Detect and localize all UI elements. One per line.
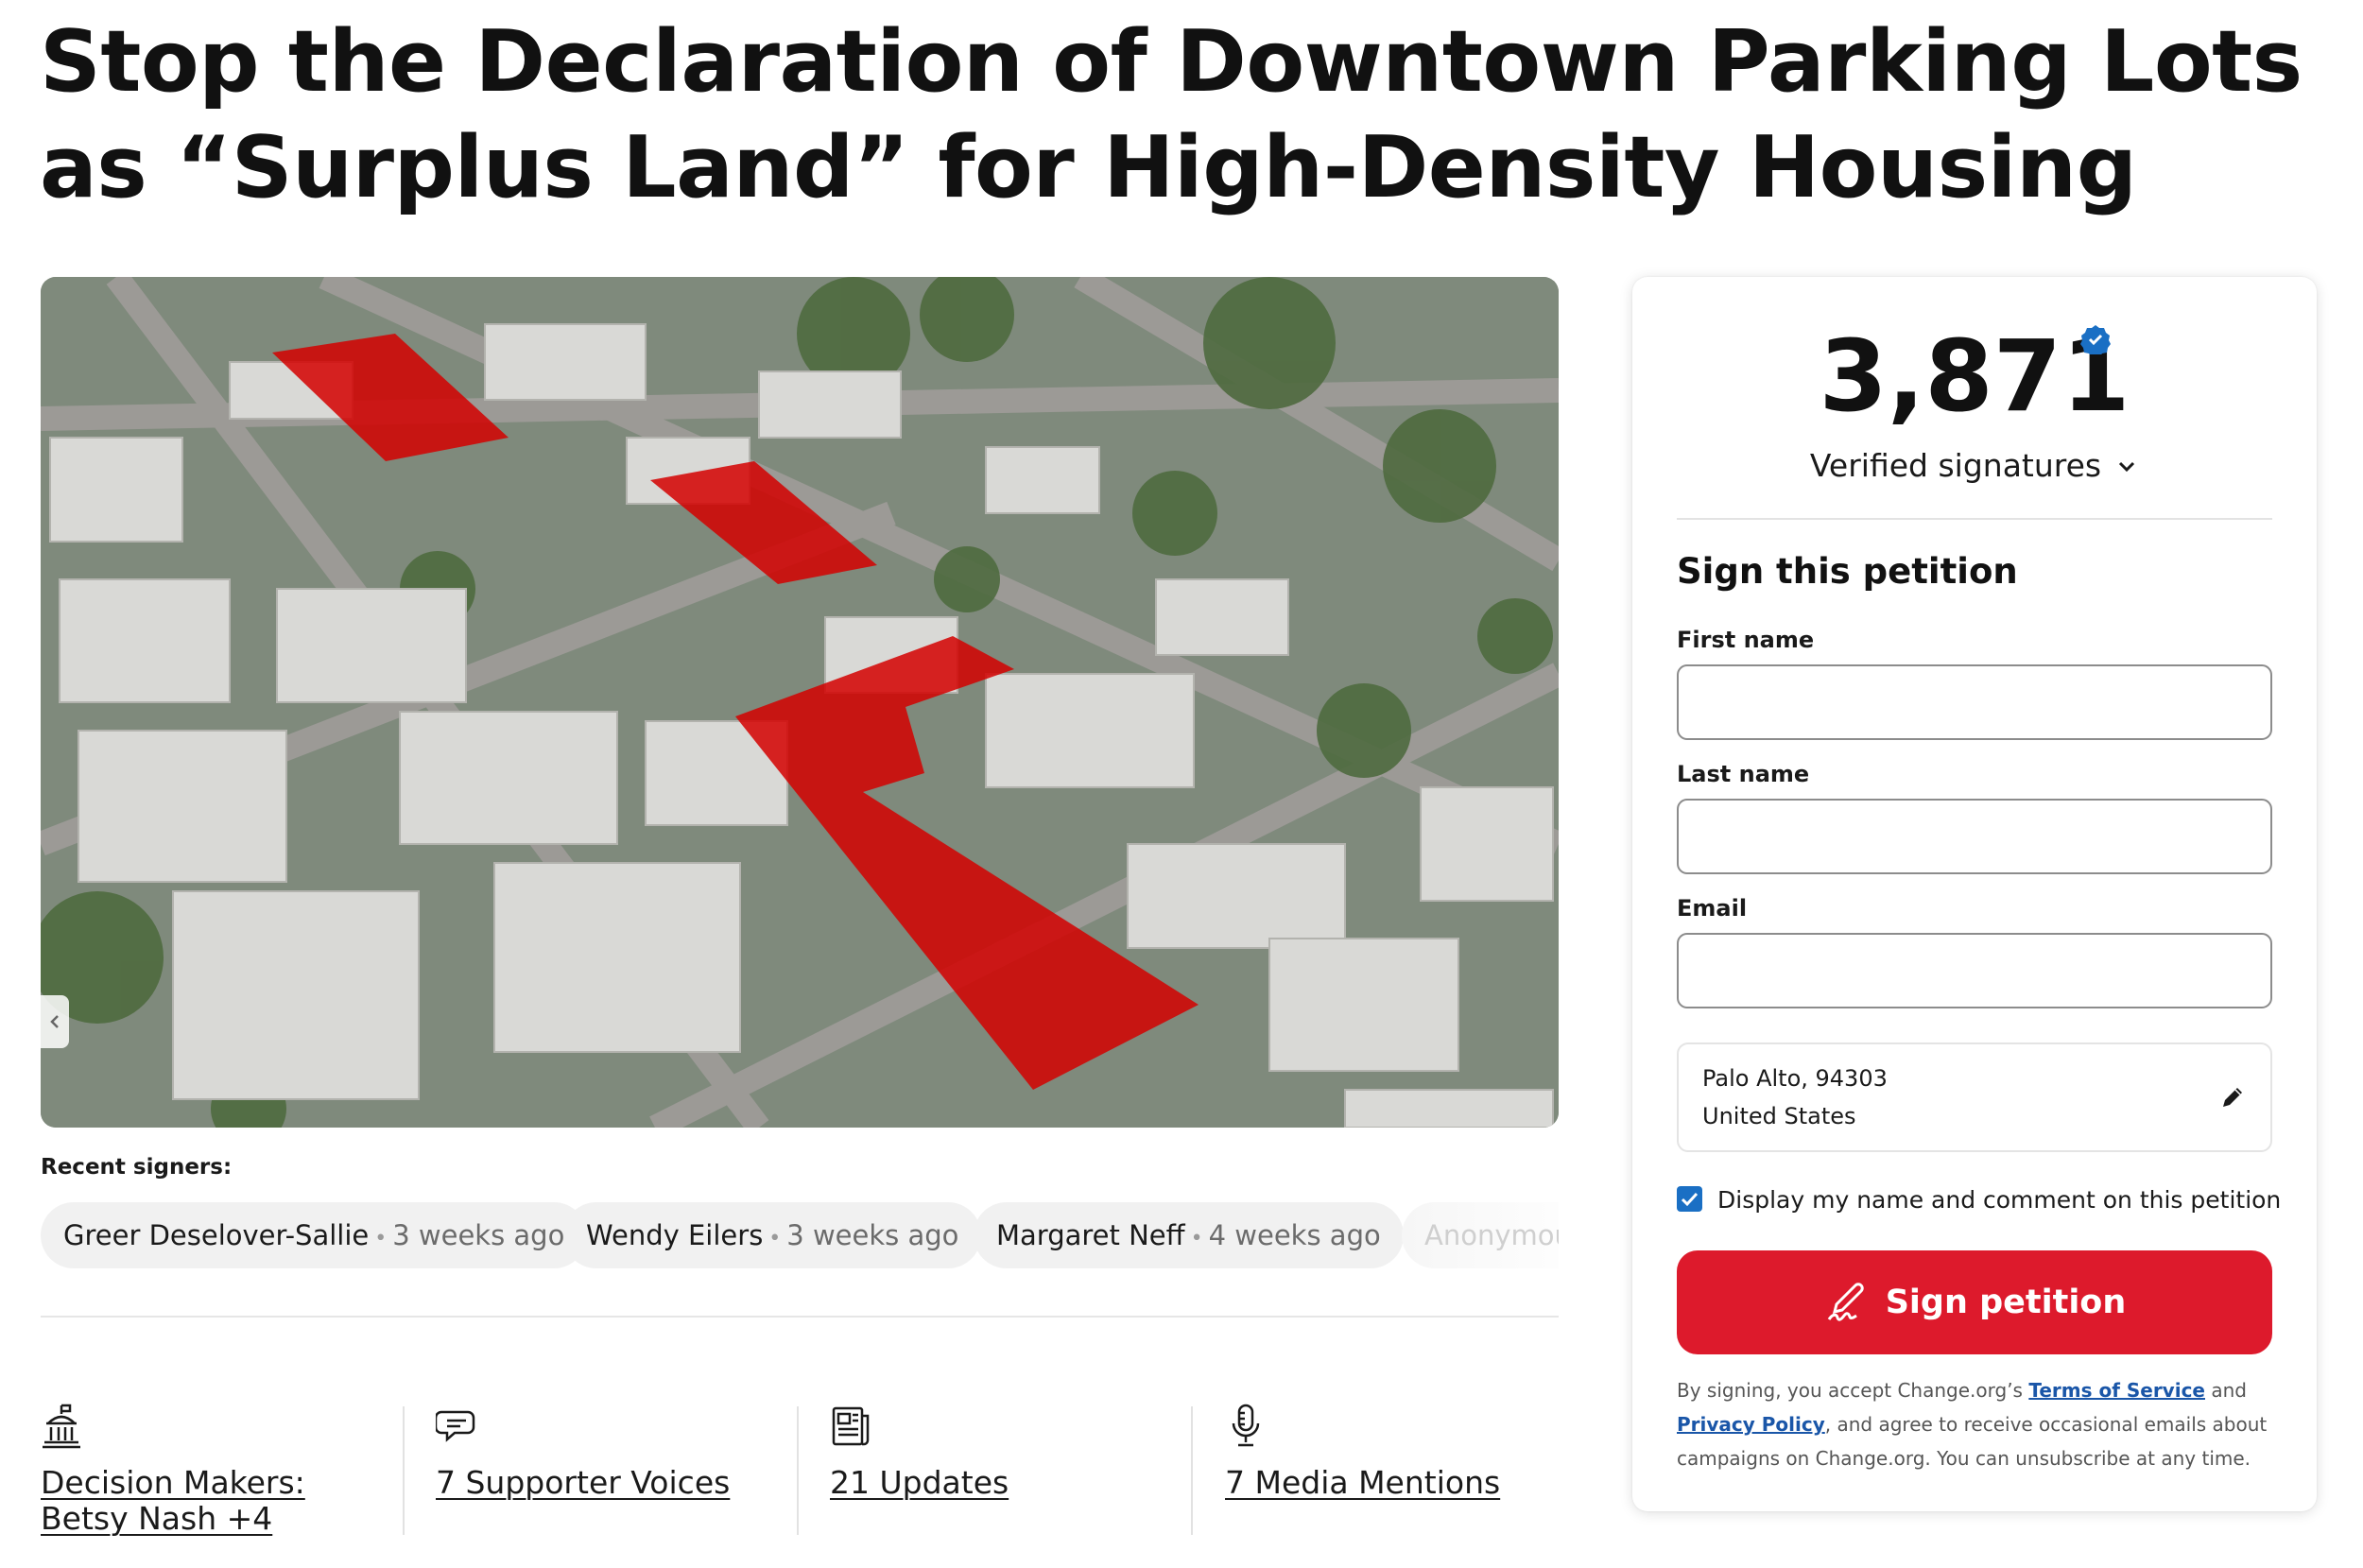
legal-prefix: By signing, you accept Change.org’s [1677, 1379, 2029, 1402]
carousel-previous-button[interactable] [41, 995, 69, 1048]
section-divider [41, 1316, 1559, 1318]
pencil-edit-icon[interactable] [2217, 1082, 2248, 1112]
privacy-policy-link[interactable]: Privacy Policy [1677, 1413, 1825, 1436]
microphone-icon [1225, 1403, 1268, 1450]
sign-petition-label: Sign petition [1885, 1284, 2127, 1321]
speech-bubbles-icon [434, 1403, 479, 1450]
legal-disclaimer: By signing, you accept Change.org’s Term… [1677, 1373, 2282, 1475]
display-name-label: Display my name and comment on this peti… [1717, 1186, 2282, 1214]
card-divider [1677, 518, 2272, 520]
signer-chip: Anonymou [1402, 1202, 1559, 1268]
location-box: Palo Alto, 94303 United States [1677, 1042, 2272, 1152]
signature-count: 3,871 [1819, 319, 2130, 434]
separator-dot: • [768, 1227, 782, 1250]
legal-and: and [2205, 1379, 2247, 1402]
petition-title: Stop the Declaration of Downtown Parking… [40, 12, 2303, 217]
sign-petition-button[interactable]: Sign petition [1677, 1250, 2272, 1354]
first-name-field[interactable] [1677, 664, 2272, 740]
display-name-checkbox[interactable] [1677, 1186, 1702, 1212]
last-name-field[interactable] [1677, 799, 2272, 874]
signer-time: 4 weeks ago [1208, 1219, 1381, 1251]
email-label: Email [1677, 895, 1748, 922]
signer-name: Margaret Neff [996, 1219, 1185, 1251]
newspaper-icon [830, 1403, 873, 1450]
first-name-label: First name [1677, 627, 1815, 653]
aerial-map-illustration [41, 277, 1559, 1128]
petition-stats: Decision Makers: Betsy Nash +4 7 Support… [41, 1403, 1559, 1537]
location-country: United States [1702, 1103, 1856, 1129]
media-mentions-link[interactable]: 7 Media Mentions [1225, 1465, 1556, 1501]
supporter-voices-link[interactable]: 7 Supporter Voices [436, 1465, 795, 1501]
email-field[interactable] [1677, 933, 2272, 1008]
signer-name: Anonymou [1424, 1219, 1559, 1251]
stat-separator [403, 1406, 405, 1535]
stat-media-mentions: 7 Media Mentions [1225, 1403, 1556, 1535]
chevron-left-icon [50, 1015, 59, 1028]
petition-hero-image[interactable] [41, 277, 1559, 1128]
signer-time: 3 weeks ago [786, 1219, 959, 1251]
signer-name: Greer Deselover-Sallie [63, 1219, 370, 1251]
signer-chip: Margaret Neff • 4 weeks ago [974, 1202, 1404, 1268]
chevron-down-icon [2119, 461, 2135, 473]
sign-petition-card: 3,871 Verified signatures Sign this peti… [1632, 277, 2317, 1511]
signer-chip: Greer Deselover-Sallie • 3 weeks ago [41, 1202, 588, 1268]
capitol-building-icon [41, 1403, 84, 1450]
verified-signatures-toggle[interactable]: Verified signatures [1632, 447, 2317, 484]
updates-link[interactable]: 21 Updates [830, 1465, 1189, 1501]
verified-badge-icon [2080, 324, 2111, 357]
recent-signers-list: Greer Deselover-Sallie • 3 weeks ago Wendy… [41, 1202, 1559, 1270]
signature-pen-icon [1827, 1283, 1864, 1321]
stat-supporter-voices: 7 Supporter Voices [434, 1403, 795, 1535]
location-city: Palo Alto, 94303 [1702, 1065, 1888, 1092]
separator-dot: • [374, 1227, 388, 1250]
separator-dot: • [1190, 1227, 1203, 1250]
checkmark-icon [1681, 1192, 1699, 1207]
last-name-label: Last name [1677, 761, 1810, 787]
stat-decision-makers: Decision Makers: Betsy Nash +4 [41, 1403, 390, 1537]
signer-time: 3 weeks ago [392, 1219, 565, 1251]
terms-of-service-link[interactable]: Terms of Service [2028, 1379, 2205, 1402]
signer-chip: Wendy Eilers • 3 weeks ago [563, 1202, 982, 1268]
stat-separator [797, 1406, 799, 1535]
signer-name: Wendy Eilers [586, 1219, 764, 1251]
stat-updates: 21 Updates [830, 1403, 1189, 1535]
verified-signatures-label: Verified signatures [1809, 447, 2102, 484]
recent-signers-label: Recent signers: [41, 1155, 233, 1180]
stat-separator [1191, 1406, 1193, 1535]
sign-form-heading: Sign this petition [1677, 551, 2018, 592]
decision-makers-link[interactable]: Decision Makers: Betsy Nash +4 [41, 1465, 390, 1537]
